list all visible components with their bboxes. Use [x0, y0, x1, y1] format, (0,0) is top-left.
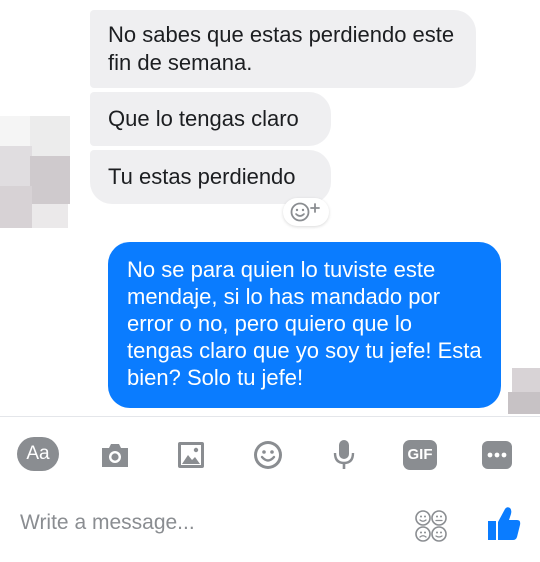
text-style-button[interactable]: Aa: [17, 437, 59, 471]
redacted-avatar-right: [508, 368, 540, 416]
stickers-icon: [415, 510, 447, 542]
camera-icon: [102, 444, 128, 467]
emoji-button[interactable]: [248, 437, 288, 473]
redacted-avatar-left: [0, 116, 78, 228]
gallery-icon: [178, 442, 204, 468]
composer-toolbar: Aa GIF: [0, 416, 540, 490]
message-text: Tu estas perdiendo: [108, 164, 296, 189]
message-thread[interactable]: No sabes que estas perdiendo este fin de…: [0, 0, 540, 416]
message-bubble-incoming[interactable]: Tu estas perdiendo: [90, 150, 331, 204]
add-reaction-button[interactable]: [283, 198, 329, 226]
gif-button[interactable]: GIF: [400, 437, 440, 473]
emoji-icon: [254, 441, 282, 469]
message-text: No sabes que estas perdiendo este fin de…: [108, 22, 455, 75]
gallery-button[interactable]: [171, 437, 211, 473]
text-style-icon: Aa: [26, 443, 50, 464]
message-text: Que lo tengas claro: [108, 106, 299, 131]
messenger-app: No sabes que estas perdiendo este fin de…: [0, 0, 540, 562]
thumbs-up-icon: [488, 507, 521, 540]
microphone-button[interactable]: [324, 437, 364, 473]
stickers-button[interactable]: [413, 508, 449, 544]
microphone-icon: [333, 440, 355, 469]
more-button[interactable]: [477, 437, 517, 473]
message-input[interactable]: [18, 506, 382, 540]
add-reaction-icon: [290, 202, 320, 222]
gif-icon: GIF: [403, 440, 437, 470]
message-composer: [0, 490, 540, 562]
message-text: No se para quien lo tuviste este mendaje…: [127, 257, 482, 390]
like-button[interactable]: [486, 504, 522, 544]
message-bubble-incoming[interactable]: No sabes que estas perdiendo este fin de…: [90, 10, 476, 88]
camera-button[interactable]: [95, 437, 135, 473]
message-bubble-outgoing[interactable]: No se para quien lo tuviste este mendaje…: [108, 242, 501, 408]
message-bubble-incoming[interactable]: Que lo tengas claro: [90, 92, 331, 146]
more-icon: [482, 441, 512, 469]
